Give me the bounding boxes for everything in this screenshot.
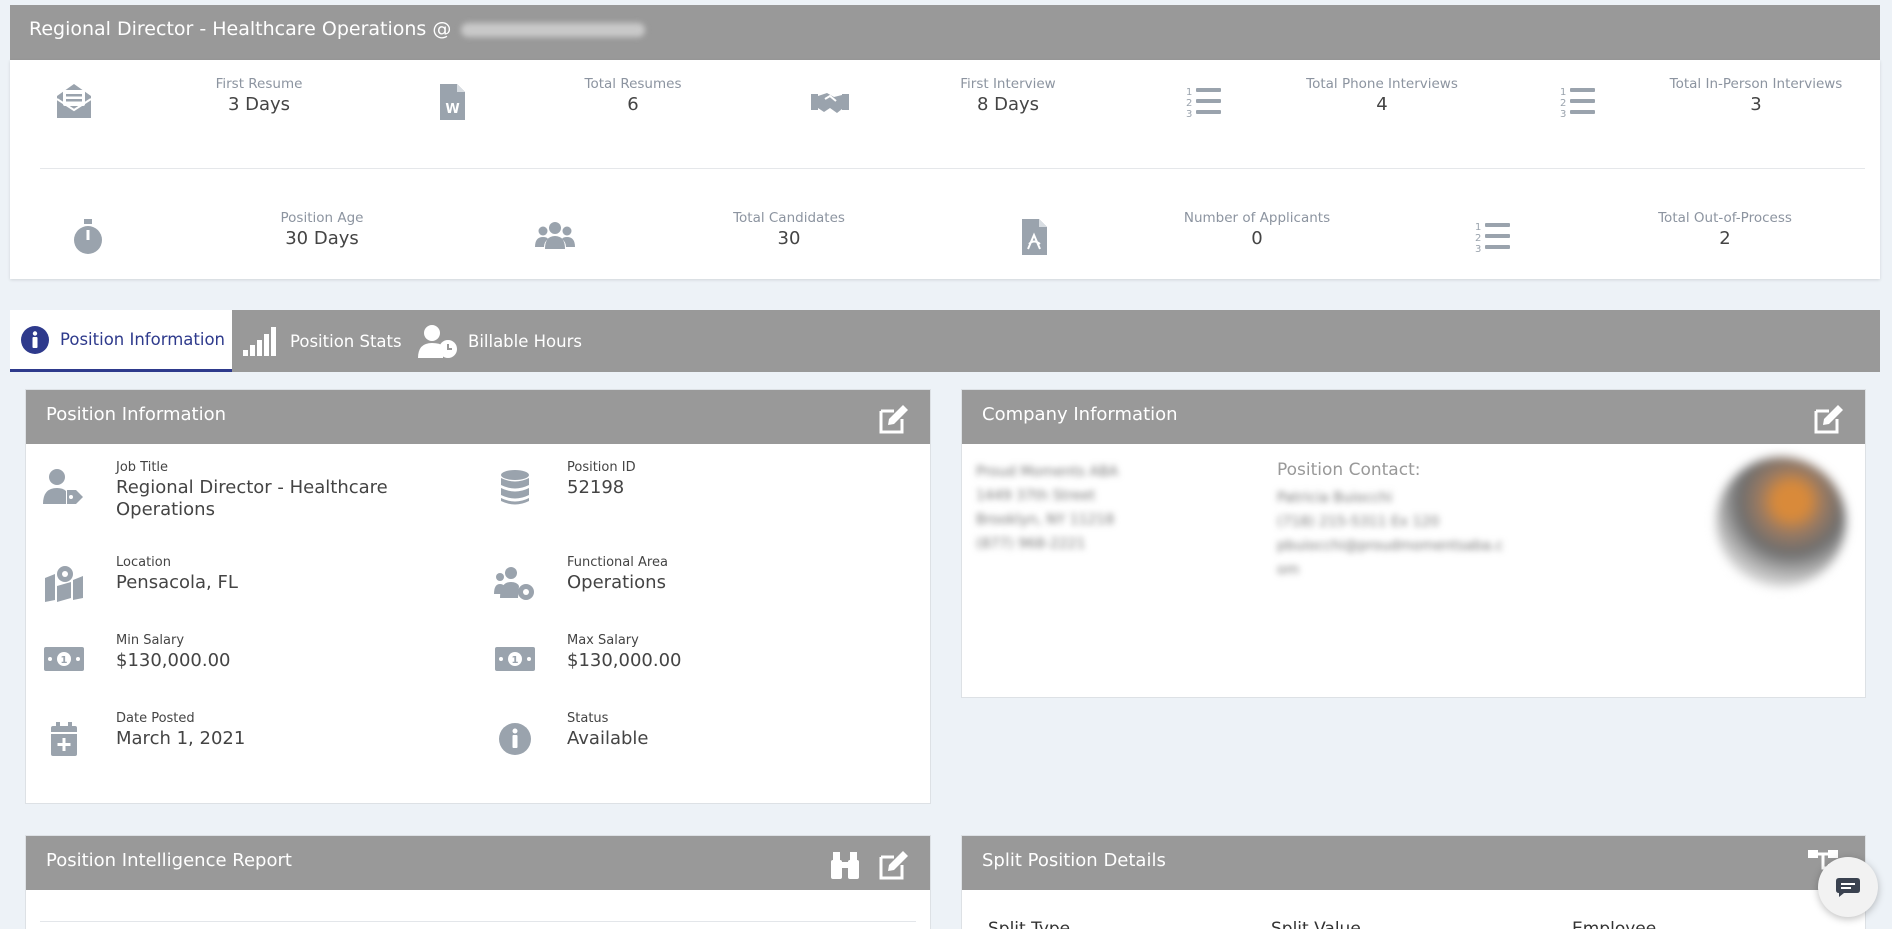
panel-header: Company Information [962, 390, 1865, 444]
ordered-list-icon: 1 2 3 [1560, 87, 1595, 120]
stat-first-interview: First Interview 8 Days [960, 76, 1056, 115]
panel-title: Position Intelligence Report [46, 850, 292, 871]
pdf-file-icon [1022, 219, 1047, 255]
svg-text:3: 3 [1186, 109, 1192, 120]
svg-text:1: 1 [61, 655, 68, 666]
ordered-list-icon: 1 2 3 [1186, 87, 1221, 120]
svg-text:3: 3 [1475, 244, 1481, 255]
edit-icon[interactable] [876, 848, 910, 882]
info-circle-icon [21, 325, 49, 354]
position-header: Regional Director - Healthcare Operation… [10, 5, 1880, 60]
stat-total-candidates: Total Candidates 30 [733, 210, 845, 249]
ordered-list-icon: 1 2 3 [1475, 222, 1510, 255]
stopwatch-icon [74, 219, 102, 254]
panel-header: Position Intelligence Report [26, 836, 930, 890]
field-position-id: Position ID 52198 [567, 460, 636, 498]
panel-title: Position Information [46, 404, 226, 425]
tab-position-information[interactable]: Position Information [10, 310, 232, 372]
field-functional-area: Functional Area Operations [567, 555, 668, 593]
user-tag-icon [43, 469, 83, 504]
svg-text:2: 2 [1475, 233, 1481, 244]
split-position-details-panel: Split Position Details Split Type Split … [961, 835, 1866, 929]
handshake-icon [811, 93, 849, 113]
panel-header: Position Information [26, 390, 930, 444]
field-location: Location Pensacola, FL [116, 555, 238, 593]
calendar-plus-icon [51, 722, 77, 756]
panel-header: Split Position Details [962, 836, 1865, 890]
edit-icon[interactable] [1811, 402, 1845, 436]
info-circle-icon [499, 723, 531, 755]
user-clock-icon [418, 325, 457, 358]
svg-text:1: 1 [512, 655, 519, 666]
map-marker-icon [45, 566, 83, 602]
column-header-split-value: Split Value [1271, 919, 1361, 929]
company-logo [1716, 457, 1846, 587]
word-file-icon: W [440, 84, 465, 120]
panel-title: Company Information [982, 404, 1178, 425]
svg-text:W: W [445, 102, 459, 117]
stat-first-resume: First Resume 3 Days [215, 76, 303, 115]
column-header-split-type: Split Type [988, 919, 1071, 929]
envelope-open-icon [56, 84, 92, 118]
svg-text:1: 1 [1475, 222, 1481, 233]
edit-icon[interactable] [876, 402, 910, 436]
field-status: Status Available [567, 711, 649, 749]
database-icon [501, 470, 529, 505]
column-header-employee: Employee [1572, 919, 1657, 929]
field-job-title: Job Title Regional Director - Healthcare… [116, 460, 388, 520]
stat-total-in-person-interviews: Total In-Person Interviews 3 [1669, 76, 1843, 115]
stat-total-resumes: Total Resumes 6 [584, 76, 682, 115]
chat-bubble-icon [1836, 878, 1860, 897]
stats-divider [40, 168, 1865, 169]
stat-total-out-of-process: Total Out-of-Process 2 [1658, 210, 1792, 249]
field-min-salary: Min Salary $130,000.00 [116, 633, 231, 671]
money-bill-icon: 1 [495, 647, 535, 671]
company-information-panel: Company Information Proud Moments ABA 14… [961, 389, 1866, 698]
money-bill-icon: 1 [44, 647, 84, 671]
field-max-salary: Max Salary $130,000.00 [567, 633, 682, 671]
svg-text:2: 2 [1560, 98, 1566, 109]
field-date-posted: Date Posted March 1, 2021 [116, 711, 246, 749]
tab-billable-hours[interactable]: Billable Hours [418, 310, 582, 372]
position-stats-summary: W 1 2 3 1 2 3 First Resume 3 Days Total … [10, 60, 1880, 279]
stat-number-of-applicants: Number of Applicants 0 [1183, 210, 1331, 249]
users-icon [535, 222, 575, 249]
svg-text:1: 1 [1560, 87, 1566, 98]
binoculars-icon[interactable] [828, 848, 862, 882]
position-contact: Position Contact: Patricia Buiocchi (718… [1277, 460, 1504, 578]
svg-text:1: 1 [1186, 87, 1192, 98]
tab-position-stats[interactable]: Position Stats [242, 310, 402, 372]
signal-bars-icon [243, 327, 276, 356]
svg-text:3: 3 [1560, 109, 1566, 120]
svg-text:2: 2 [1186, 98, 1192, 109]
page-title: Regional Director - Healthcare Operation… [29, 18, 646, 40]
panel-title: Split Position Details [982, 850, 1166, 871]
divider [40, 921, 916, 922]
chat-button[interactable] [1818, 857, 1878, 917]
company-address: Proud Moments ABA 1449 37th Street Brook… [976, 464, 1119, 552]
stat-total-phone-interviews: Total Phone Interviews 4 [1306, 76, 1458, 115]
stat-position-age: Position Age 30 Days [280, 210, 364, 249]
tab-bar: Position Information Position Stats Bill… [10, 310, 1880, 372]
users-cog-icon [494, 567, 534, 600]
position-intelligence-report-panel: Position Intelligence Report [25, 835, 931, 929]
position-information-panel: Position Information Job Title Regional … [25, 389, 931, 804]
company-name-redacted [461, 22, 646, 37]
